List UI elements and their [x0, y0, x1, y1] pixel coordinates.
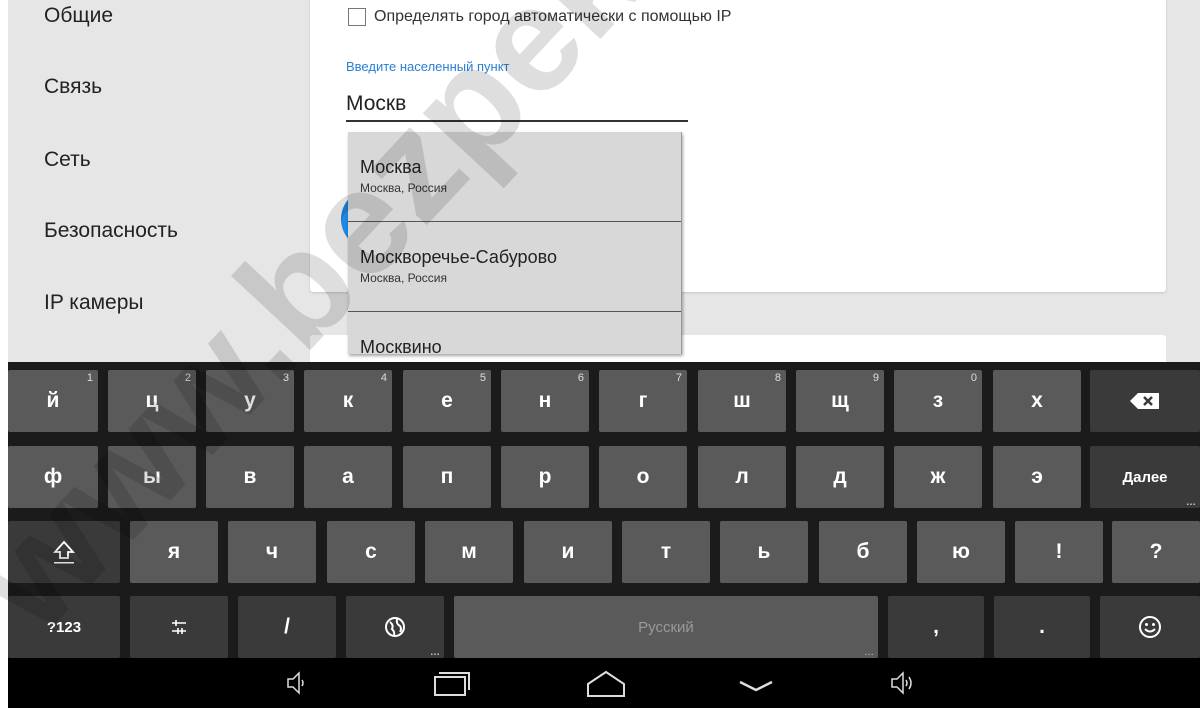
backspace-icon	[1130, 393, 1159, 409]
key-ц[interactable]: ц2	[108, 370, 196, 432]
settings-sidebar: Общие Связь Сеть Безопасность IP камеры	[8, 0, 308, 362]
city-search-input[interactable]	[346, 86, 688, 122]
shift-key[interactable]	[8, 521, 120, 583]
key-ш[interactable]: ш8	[698, 370, 786, 432]
key-м[interactable]: м	[425, 521, 513, 583]
sidebar-item-security[interactable]: Безопасность	[44, 219, 178, 243]
space-key[interactable]: Русский…	[454, 596, 878, 658]
key-к[interactable]: к4	[304, 370, 392, 432]
settings-screen: Общие Связь Сеть Безопасность IP камеры …	[8, 0, 1200, 708]
home-icon[interactable]	[585, 668, 627, 698]
key-н[interactable]: н6	[501, 370, 589, 432]
comma-key[interactable]: ,	[888, 596, 984, 658]
keyboard-settings-key[interactable]	[130, 596, 228, 658]
key-ь[interactable]: ь	[720, 521, 808, 583]
auto-location-checkbox[interactable]	[348, 8, 366, 26]
key-р[interactable]: р	[501, 446, 589, 508]
globe-icon	[385, 617, 405, 637]
suggestion-title: Москва	[360, 157, 422, 177]
sidebar-item-communication[interactable]: Связь	[44, 75, 102, 99]
auto-location-label: Определять город автоматически с помощью…	[374, 8, 732, 25]
key-й[interactable]: й1	[8, 370, 98, 432]
sidebar-item-general[interactable]: Общие	[44, 4, 113, 28]
key-ю[interactable]: ю	[917, 521, 1005, 583]
key-ы[interactable]: ы	[108, 446, 196, 508]
suggestion-item[interactable]: Москвино	[348, 312, 681, 354]
system-navbar	[8, 658, 1200, 708]
key-з[interactable]: з0	[894, 370, 982, 432]
symbols-key[interactable]: ?123	[8, 596, 120, 658]
suggestion-title: Москвино	[360, 337, 442, 354]
emoji-key[interactable]	[1100, 596, 1200, 658]
key-в[interactable]: в	[206, 446, 294, 508]
key-ф[interactable]: ф	[8, 446, 98, 508]
volume-down-icon[interactable]	[286, 668, 308, 698]
key-г[interactable]: г7	[599, 370, 687, 432]
suggestion-subtitle: Москва, Россия	[360, 181, 447, 195]
suggestion-item[interactable]: Москворечье-Сабурово Москва, Россия	[348, 222, 681, 312]
key-э[interactable]: э	[993, 446, 1081, 508]
auto-location-row[interactable]: Определять город автоматически с помощью…	[348, 8, 731, 26]
recent-apps-icon[interactable]	[433, 668, 471, 698]
key-б[interactable]: б	[819, 521, 907, 583]
key-у[interactable]: у3	[206, 370, 294, 432]
key-т[interactable]: т	[622, 521, 710, 583]
key-с[interactable]: с	[327, 521, 415, 583]
period-key[interactable]: .	[994, 596, 1090, 658]
key-е[interactable]: е5	[403, 370, 491, 432]
key-о[interactable]: о	[599, 446, 687, 508]
key-и[interactable]: и	[524, 521, 612, 583]
sidebar-item-ip-cameras[interactable]: IP камеры	[44, 291, 144, 315]
key-щ[interactable]: щ9	[796, 370, 884, 432]
city-field-label: Введите населенный пункт	[346, 59, 510, 74]
suggestion-item[interactable]: Москва Москва, Россия	[348, 132, 681, 222]
next-key[interactable]: Далее…	[1090, 446, 1200, 508]
backspace-key[interactable]	[1090, 370, 1200, 432]
volume-up-icon[interactable]	[890, 668, 916, 698]
slash-key[interactable]: /	[238, 596, 336, 658]
shift-icon	[53, 540, 75, 564]
language-key[interactable]: …	[346, 596, 444, 658]
settings-sliders-icon	[172, 620, 186, 634]
suggestion-subtitle: Москва, Россия	[360, 271, 447, 285]
emoji-icon	[1139, 616, 1161, 638]
hide-keyboard-icon[interactable]	[736, 668, 776, 698]
key-question[interactable]: ?	[1112, 521, 1200, 583]
key-ч[interactable]: ч	[228, 521, 316, 583]
city-suggestions-dropdown: Москва Москва, Россия Москворечье-Сабуро…	[348, 132, 682, 354]
key-ж[interactable]: ж	[894, 446, 982, 508]
key-л[interactable]: л	[698, 446, 786, 508]
key-х[interactable]: х	[993, 370, 1081, 432]
onscreen-keyboard: й1 ц2 у3 к4 е5 н6 г7 ш8 щ9 з0 х ф ы в а …	[8, 362, 1200, 658]
sidebar-item-network[interactable]: Сеть	[44, 148, 91, 172]
key-п[interactable]: п	[403, 446, 491, 508]
key-exclamation[interactable]: !	[1015, 521, 1103, 583]
key-д[interactable]: д	[796, 446, 884, 508]
suggestion-title: Москворечье-Сабурово	[360, 247, 557, 267]
key-а[interactable]: а	[304, 446, 392, 508]
key-я[interactable]: я	[130, 521, 218, 583]
